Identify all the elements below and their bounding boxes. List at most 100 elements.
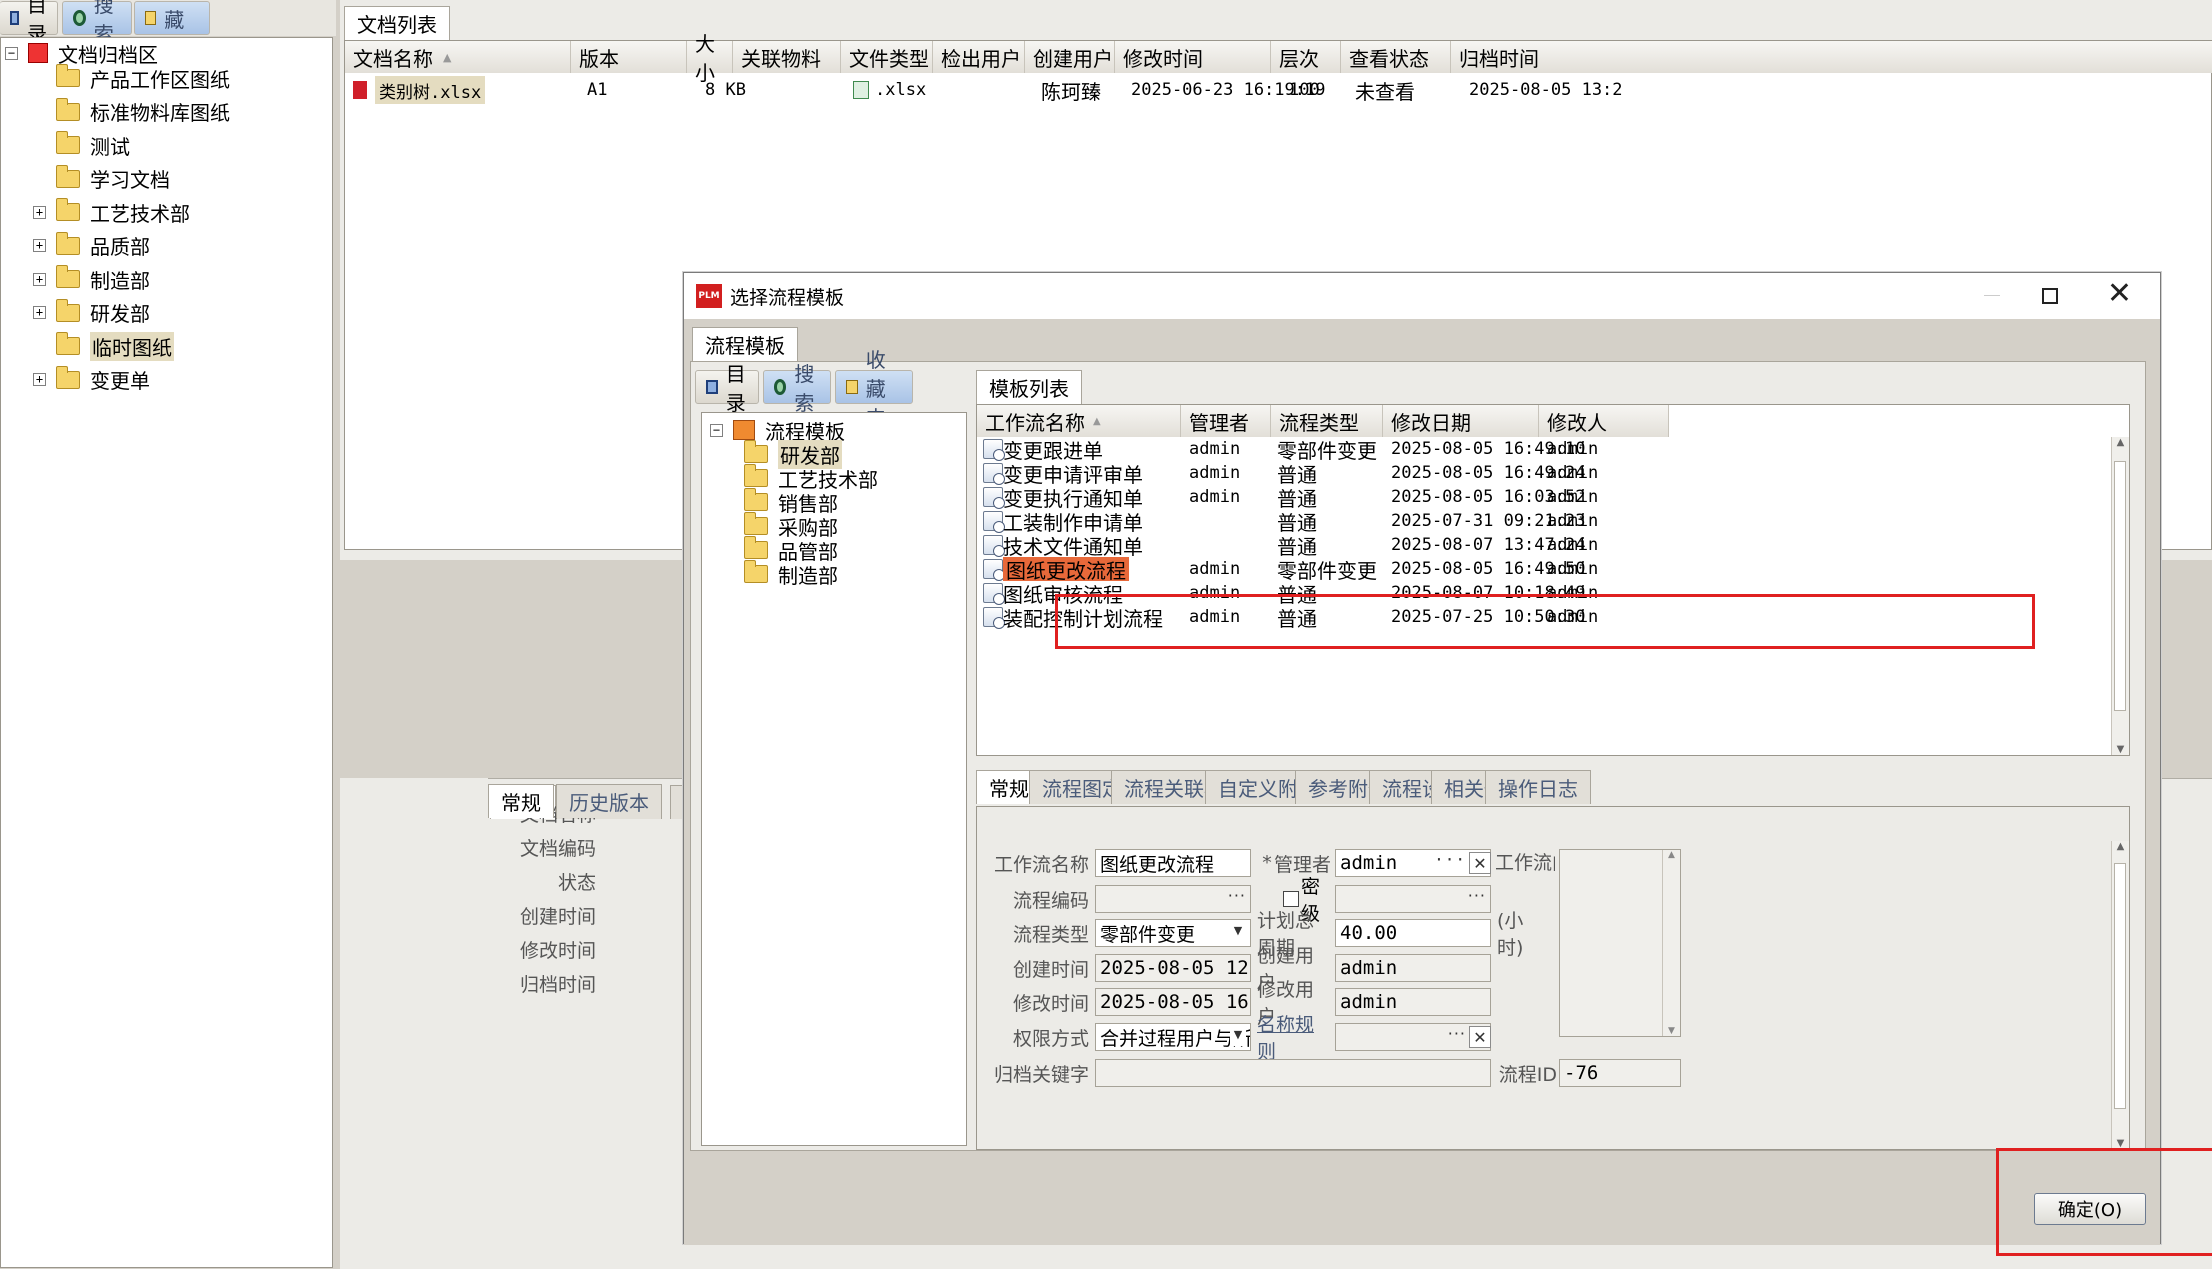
tree-item[interactable]: 学习文档 [33, 164, 170, 194]
scroll-up-icon[interactable]: ▲ [2112, 841, 2129, 852]
more-icon[interactable]: ··· [1448, 1024, 1466, 1043]
column-header-label: 文件类型 [849, 46, 929, 71]
more-icon[interactable]: ··· [1434, 850, 1466, 869]
minimize-button[interactable] [1984, 295, 2000, 296]
template-row[interactable]: 技术文件通知单 普通 2025-08-07 13:47:24 admin [977, 533, 2107, 559]
clear-naming-icon[interactable]: ✕ [1469, 1026, 1491, 1048]
tree-item[interactable]: 产品工作区图纸 [33, 63, 230, 93]
tree-item[interactable]: 标准物料库图纸 [33, 97, 230, 127]
computer-icon [10, 11, 19, 25]
tree-item[interactable]: + 工艺技术部 [33, 197, 190, 227]
naming-field[interactable]: ··· [1335, 1023, 1491, 1051]
folder-icon [56, 164, 80, 188]
column-header[interactable]: 文件类型 [841, 41, 933, 73]
template-row[interactable]: 变更申请评审单 admin 普通 2025-08-05 16:49:24 admin [977, 461, 2107, 487]
tab-doc-list[interactable]: 文档列表 [344, 6, 450, 40]
template-row[interactable]: 图纸更改流程 admin 零部件变更 2025-08-05 16:49:50 admin [977, 557, 2107, 583]
dialog-favorites-button[interactable]: 收藏夹 [835, 348, 913, 430]
dialog-search-button[interactable]: 搜索 [763, 362, 831, 415]
tree-item[interactable]: + 变更单 [33, 365, 150, 395]
expand-icon[interactable]: + [33, 272, 46, 286]
tab-history-left[interactable]: 历史版本 [556, 784, 662, 818]
detail-field-label: 文档编码 [519, 837, 596, 860]
dialog-search-label: 搜索 [794, 362, 815, 415]
column-header[interactable]: 关联物料 [733, 41, 841, 73]
close-button[interactable]: ✕ [2107, 279, 2132, 309]
secret-checkbox[interactable] [1283, 891, 1299, 907]
column-header[interactable]: 创建用户 [1025, 41, 1115, 73]
code-field[interactable]: ··· [1095, 885, 1251, 913]
template-column-header[interactable]: 工作流名称 ▲ [977, 405, 1181, 437]
expand-icon[interactable]: + [33, 239, 46, 252]
template-row[interactable]: 变更跟进单 admin 零部件变更 2025-08-05 16:49:10 admin [977, 437, 2107, 463]
tree-item-label: 临时图纸 [90, 331, 174, 361]
tab-template-list[interactable]: 模板列表 [976, 370, 1082, 404]
tab-flow-template[interactable]: 流程模板 [692, 327, 798, 361]
template-column-header[interactable]: 修改日期 [1383, 405, 1539, 437]
tab-general-left-label: 常规 [501, 791, 541, 815]
workflow-name-field[interactable]: 图纸更改流程 [1095, 849, 1251, 877]
folder-icon [56, 365, 80, 389]
dialog-tree-item-label: 制造部 [778, 563, 838, 588]
column-header[interactable]: 归档时间 [1451, 41, 2212, 73]
scroll-thumb[interactable] [2114, 863, 2126, 1109]
period-field[interactable]: 40.00 [1335, 919, 1491, 947]
plm-logo-icon: PLM [696, 284, 722, 308]
favorites-button[interactable]: 收藏夹 [134, 0, 210, 61]
tree-item[interactable]: 测试 [33, 130, 130, 160]
column-header[interactable]: 层次 [1271, 41, 1341, 73]
permission-select[interactable]: 合并过程用户与所属岗 ▼ [1095, 1023, 1251, 1051]
expand-icon[interactable]: + [33, 373, 46, 386]
dialog-tree-item[interactable]: 制造部 [744, 559, 838, 589]
template-column-header[interactable]: 流程类型 [1271, 405, 1383, 437]
collapse-icon[interactable]: − [5, 46, 18, 60]
keyword-field[interactable] [1095, 1059, 1491, 1087]
search-button[interactable]: 搜索 [62, 0, 132, 46]
template-column-header[interactable]: 管理者 [1181, 405, 1271, 437]
doc-name-cell[interactable]: 类别树.xlsx [375, 76, 486, 104]
expand-icon[interactable]: + [33, 306, 46, 319]
created-field: 2025-08-05 12:34:44 [1095, 954, 1251, 982]
column-header[interactable]: 检出用户 [933, 41, 1025, 73]
clear-manager-icon[interactable]: ✕ [1469, 852, 1491, 874]
template-cell-name: 工装制作申请单 [1003, 510, 1143, 535]
detail-tab[interactable]: 操作日志 [1485, 770, 1591, 804]
workflow-content-textarea[interactable]: ▲ ▼ [1559, 849, 1681, 1037]
column-header[interactable]: 版本 [571, 41, 687, 73]
scroll-up-icon[interactable]: ▲ [2112, 437, 2129, 448]
manager-field[interactable]: admin ··· [1335, 849, 1491, 877]
more-icon[interactable]: ··· [1468, 886, 1486, 905]
naming-label[interactable]: 名称规则 [1257, 1014, 1331, 1063]
column-header[interactable]: 查看状态 [1341, 41, 1451, 73]
scroll-thumb[interactable] [2114, 461, 2126, 711]
scroll-down-icon[interactable]: ▼ [1663, 1026, 1680, 1036]
template-row[interactable]: 变更执行通知单 admin 普通 2025-08-05 16:03:52 admin [977, 485, 2107, 511]
table-row[interactable]: 类别树.xlsx A1 8 KB .xlsx 陈珂臻 2025-06-23 16… [345, 73, 2211, 107]
template-row[interactable]: 工装制作申请单 普通 2025-07-31 09:21:23 admin [977, 509, 2107, 535]
tree-item[interactable]: 临时图纸 [33, 331, 174, 361]
tab-general-left[interactable]: 常规 [488, 784, 554, 818]
dialog-catalog-button[interactable]: 目录 [695, 362, 759, 415]
tree-item[interactable]: + 品质部 [33, 231, 150, 261]
column-header[interactable]: 大小 [687, 32, 733, 85]
tree-item[interactable]: + 研发部 [33, 298, 150, 328]
chevron-down-icon[interactable]: ▼ [1230, 1028, 1246, 1046]
column-header[interactable]: 文档名称 ▲ [345, 41, 571, 73]
chevron-down-icon[interactable]: ▼ [1230, 924, 1246, 942]
dialog-title: 选择流程模板 [730, 286, 845, 309]
column-header-label: 层次 [1279, 46, 1319, 71]
more-icon[interactable]: ··· [1228, 886, 1246, 905]
scroll-down-icon[interactable]: ▼ [2112, 744, 2129, 755]
maximize-button[interactable] [2042, 288, 2058, 304]
catalog-button[interactable]: 目录 [0, 0, 58, 46]
template-column-header[interactable]: 修改人 [1539, 405, 1669, 437]
collapse-icon[interactable]: − [710, 423, 723, 437]
scroll-up-icon[interactable]: ▲ [1663, 850, 1680, 860]
form-scrollbar[interactable]: ▲ ▼ [2111, 841, 2129, 1149]
secret-field[interactable]: ··· [1335, 885, 1491, 913]
column-header[interactable]: 修改时间 [1115, 41, 1271, 73]
expand-icon[interactable]: + [33, 205, 46, 219]
tree-item[interactable]: + 制造部 [33, 264, 150, 294]
template-scrollbar[interactable]: ▲ ▼ [2111, 437, 2129, 755]
type-select[interactable]: 零部件变更 ▼ [1095, 919, 1251, 947]
